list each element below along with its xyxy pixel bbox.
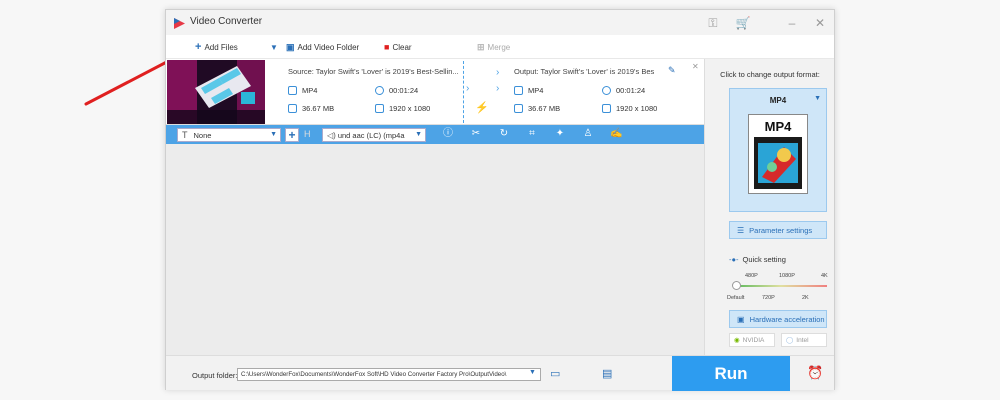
- output-title: Output: Taylor Swift's 'Lover' is 2019's…: [514, 67, 654, 76]
- resolution-icon: [602, 104, 611, 113]
- quality-720p: 720P: [762, 295, 775, 301]
- trash-icon: ■: [384, 42, 390, 52]
- merge-icon: ⊞: [477, 41, 485, 52]
- rotate-icon[interactable]: ↻: [498, 128, 510, 140]
- output-folder-label: Output folder:: [192, 371, 238, 380]
- quality-default: Default: [727, 295, 745, 301]
- source-title: Source: Taylor Swift's 'Lover' is 2019's…: [288, 67, 459, 76]
- chevron-down-icon: ▼: [415, 131, 422, 138]
- close-button[interactable]: ✕: [811, 14, 829, 32]
- chip-icon: ▣: [737, 314, 745, 324]
- output-duration: 00:01:24: [602, 86, 645, 95]
- chevron-down-icon: ▼: [270, 131, 277, 138]
- output-format-label: MP4: [769, 96, 787, 105]
- scissors-icon[interactable]: ✂: [470, 128, 482, 140]
- lightning-icon: ⚡: [475, 102, 489, 114]
- intel-icon: ◯: [786, 337, 794, 344]
- quality-4k: 4K: [821, 273, 828, 279]
- subtitle-icon: T: [182, 130, 188, 140]
- clock-icon: [375, 86, 384, 95]
- effects-icon[interactable]: ✦: [554, 128, 566, 140]
- add-subtitle-button[interactable]: +: [285, 128, 299, 142]
- video-thumbnail: [167, 60, 265, 124]
- chevron-down-icon[interactable]: ▼: [529, 369, 536, 376]
- edit-pencil-icon[interactable]: ✎: [668, 65, 676, 76]
- output-format-hint: Click to change output format:: [720, 70, 820, 79]
- bottom-bar: Output folder: C:\Users\WonderFox\Docume…: [166, 355, 834, 391]
- plus-icon: +: [195, 41, 202, 53]
- file-list: Source: Taylor Swift's 'Lover' is 2019's…: [166, 59, 704, 355]
- toolbar: + Add Files ▼ ▣ Add Video Folder ■ Clear…: [166, 35, 834, 59]
- output-format: MP4: [514, 86, 543, 95]
- clock-icon: [602, 86, 611, 95]
- quality-2k: 2K: [802, 295, 809, 301]
- output-format-selector[interactable]: MP4 ▼ MP4: [729, 88, 827, 212]
- run-button[interactable]: Run: [672, 356, 790, 391]
- hardware-acceleration-button[interactable]: ▣ Hardware acceleration: [729, 310, 827, 328]
- source-duration: 00:01:24: [375, 86, 418, 95]
- clear-label: Clear: [392, 42, 412, 52]
- quick-setting-label: -●- Quick setting: [729, 255, 786, 264]
- quality-1080p: 1080P: [779, 273, 795, 279]
- chevron-down-icon: ▼: [814, 95, 821, 102]
- source-size: 36.67 MB: [288, 104, 334, 113]
- cart-icon[interactable]: 🛒: [734, 14, 752, 32]
- audio-track-select[interactable]: ◁) und aac (LC) (mp4a ▼: [322, 128, 426, 142]
- output-format-panel: Click to change output format: MP4 ▼ MP4…: [704, 59, 834, 355]
- app-logo-icon: [174, 18, 185, 29]
- crop-icon[interactable]: ⌗: [526, 128, 538, 140]
- nvidia-toggle[interactable]: ◉ NVIDIA: [729, 333, 775, 347]
- chevron-right-icon: ›: [496, 83, 500, 94]
- clear-button[interactable]: ■ Clear: [384, 41, 412, 53]
- merge-label: Merge: [487, 42, 511, 52]
- output-resolution: 1920 x 1080: [602, 104, 657, 113]
- slider-icon: -●-: [729, 255, 739, 264]
- minimize-button[interactable]: –: [783, 14, 801, 32]
- subtitle-edit-icon[interactable]: ✍: [610, 128, 622, 140]
- window-title: Video Converter: [190, 16, 263, 27]
- output-preview-icon[interactable]: ▤: [602, 369, 616, 380]
- add-files-button[interactable]: + Add Files: [195, 41, 238, 53]
- quality-480p: 480P: [745, 273, 758, 279]
- output-folder-input[interactable]: C:\Users\WonderFox\Documents\WonderFox S…: [237, 368, 541, 381]
- folder-icon: [288, 104, 297, 113]
- add-video-folder-button[interactable]: ▣ Add Video Folder: [286, 41, 359, 53]
- key-icon[interactable]: ⚿: [704, 14, 722, 32]
- file-item[interactable]: Source: Taylor Swift's 'Lover' is 2019's…: [166, 59, 704, 125]
- source-format: MP4: [288, 86, 317, 95]
- mp4-format-icon: MP4: [748, 114, 808, 194]
- watermark-icon[interactable]: ♙: [582, 128, 594, 140]
- sliders-icon: ☰: [737, 225, 745, 235]
- quality-slider[interactable]: [735, 285, 827, 287]
- file-icon: [288, 86, 297, 95]
- quality-slider-knob[interactable]: [732, 281, 741, 290]
- chevron-right-icon: ›: [496, 67, 500, 78]
- title-bar: Video Converter ⚿ 🛒 – ✕: [166, 10, 834, 35]
- folder-plus-icon: ▣: [286, 41, 295, 52]
- merge-button[interactable]: ⊞ Merge: [477, 41, 510, 53]
- speaker-icon: ◁): [327, 130, 336, 140]
- nvidia-icon: ◉: [734, 337, 740, 344]
- edit-toolbar: T None ▼ + H ◁) und aac (LC) (mp4a ▼ ⓘ ✂…: [166, 125, 704, 144]
- convert-divider: [463, 61, 464, 123]
- add-files-label: Add Files: [204, 42, 238, 52]
- parameter-settings-button[interactable]: ☰ Parameter settings: [729, 221, 827, 239]
- open-folder-icon[interactable]: ▭: [550, 369, 564, 380]
- chevron-right-icon: ›: [466, 83, 470, 94]
- folder-icon: [514, 104, 523, 113]
- output-size: 36.67 MB: [514, 104, 560, 113]
- add-files-dropdown-icon[interactable]: ▼: [270, 41, 278, 53]
- resolution-icon: [375, 104, 384, 113]
- file-icon: [514, 86, 523, 95]
- subtitle-select[interactable]: T None ▼: [177, 128, 281, 142]
- add-video-folder-label: Add Video Folder: [297, 42, 360, 52]
- source-resolution: 1920 x 1080: [375, 104, 430, 113]
- remove-file-icon[interactable]: ✕: [692, 62, 699, 71]
- app-window: Video Converter ⚿ 🛒 – ✕ + Add Files ▼ ▣ …: [165, 9, 835, 391]
- intel-toggle[interactable]: ◯ Intel: [781, 333, 827, 347]
- info-icon[interactable]: ⓘ: [442, 128, 454, 140]
- h265-icon[interactable]: H: [304, 129, 311, 139]
- alarm-clock-icon[interactable]: ⏰: [807, 365, 823, 381]
